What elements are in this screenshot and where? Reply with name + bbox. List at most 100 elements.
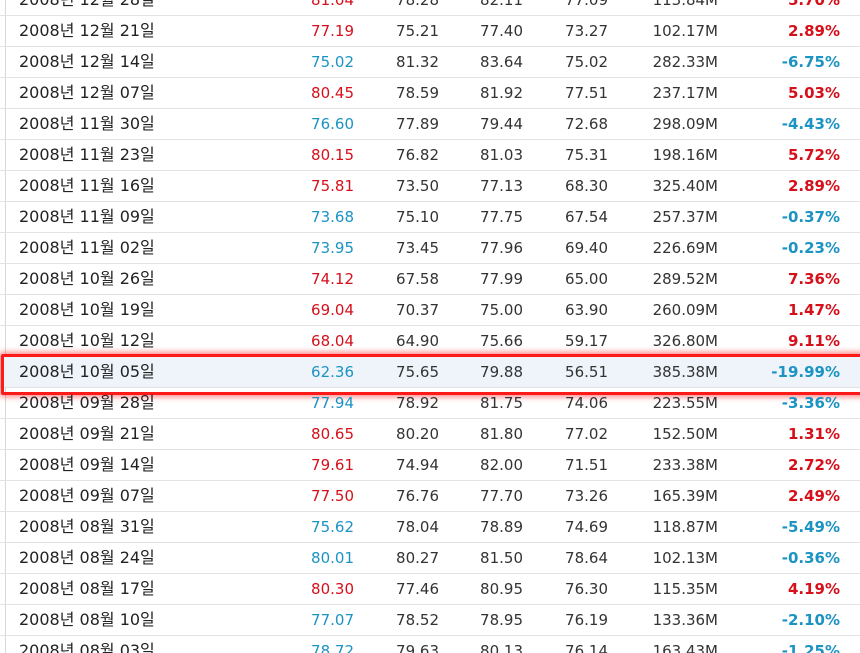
table-row[interactable]: 2008년 11월 02일 73.95 73.45 77.96 69.40 226.69M…	[0, 233, 860, 264]
change-percent-cell: -6.75%	[781, 53, 840, 71]
date-cell: 2008년 11월 30일	[19, 114, 155, 133]
high-price-cell: 82.00	[480, 456, 523, 474]
close-price-cell: 77.19	[311, 22, 354, 40]
low-price-cell: 69.40	[565, 239, 608, 257]
volume-cell: 102.17M	[652, 22, 718, 40]
low-price-cell: 75.02	[565, 53, 608, 71]
table-row[interactable]: 2008년 08월 03일 78.72 79.63 80.13 76.14 163.43M…	[0, 636, 860, 653]
volume-cell: 289.52M	[652, 270, 718, 288]
close-price-cell: 80.15	[311, 146, 354, 164]
date-cell: 2008년 08월 24일	[19, 548, 155, 567]
volume-cell: 165.39M	[652, 487, 718, 505]
date-cell: 2008년 08월 17일	[19, 579, 155, 598]
close-price-cell: 80.45	[311, 84, 354, 102]
close-price-cell: 75.62	[311, 518, 354, 536]
low-price-cell: 77.02	[565, 425, 608, 443]
change-percent-cell: 1.31%	[787, 425, 840, 443]
volume-cell: 282.33M	[652, 53, 718, 71]
close-price-cell: 73.95	[311, 239, 354, 257]
open-price-cell: 73.45	[396, 239, 439, 257]
date-cell: 2008년 10월 05일	[19, 362, 155, 381]
open-price-cell: 76.76	[396, 487, 439, 505]
high-price-cell: 77.99	[480, 270, 523, 288]
table-row[interactable]: 2008년 08월 10일 77.07 78.52 78.95 76.19 133.36M…	[0, 605, 860, 636]
low-price-cell: 63.90	[565, 301, 608, 319]
close-price-cell: 80.65	[311, 425, 354, 443]
change-percent-cell: 5.03%	[787, 84, 840, 102]
table-row[interactable]: 2008년 12월 14일 75.02 81.32 83.64 75.02 282.33M…	[0, 47, 860, 78]
change-percent-cell: -5.49%	[781, 518, 840, 536]
volume-cell: 152.50M	[652, 425, 718, 443]
low-price-cell: 77.09	[565, 0, 608, 9]
table-row[interactable]: 2008년 11월 16일 75.81 73.50 77.13 68.30 325.40M…	[0, 171, 860, 202]
open-price-cell: 81.32	[396, 53, 439, 71]
table-row[interactable]: 2008년 08월 24일 80.01 80.27 81.50 78.64 102.13M…	[0, 543, 860, 574]
close-price-cell: 77.94	[311, 394, 354, 412]
low-price-cell: 78.64	[565, 549, 608, 567]
volume-cell: 385.38M	[652, 363, 718, 381]
table-row[interactable]: 2008년 12월 21일 77.19 75.21 77.40 73.27 102.17M…	[0, 16, 860, 47]
date-cell: 2008년 09월 28일	[19, 393, 155, 412]
volume-cell: 226.69M	[652, 239, 718, 257]
high-price-cell: 79.44	[480, 115, 523, 133]
close-price-cell: 62.36	[311, 363, 354, 381]
open-price-cell: 79.63	[396, 642, 439, 653]
table-row-highlighted[interactable]: 2008년 10월 05일 62.36 75.65 79.88 56.51 385.38M…	[0, 354, 860, 395]
open-price-cell: 64.90	[396, 332, 439, 350]
table-row[interactable]: 2008년 12월 28일 81.04 78.28 82.11 77.09 113.84M…	[0, 0, 860, 16]
table-row[interactable]: 2008년 09월 14일 79.61 74.94 82.00 71.51 233.38M…	[0, 450, 860, 481]
table-row[interactable]: 2008년 08월 31일 75.62 78.04 78.89 74.69 118.87M…	[0, 512, 860, 543]
low-price-cell: 56.51	[565, 363, 608, 381]
close-price-cell: 69.04	[311, 301, 354, 319]
table-row[interactable]: 2008년 09월 21일 80.65 80.20 81.80 77.02 152.50M…	[0, 419, 860, 450]
low-price-cell: 68.30	[565, 177, 608, 195]
low-price-cell: 59.17	[565, 332, 608, 350]
low-price-cell: 71.51	[565, 456, 608, 474]
change-percent-cell: 2.72%	[787, 456, 840, 474]
table-row[interactable]: 2008년 10월 19일 69.04 70.37 75.00 63.90 260.09M…	[0, 295, 860, 326]
volume-cell: 257.37M	[652, 208, 718, 226]
change-percent-cell: -3.36%	[781, 394, 840, 412]
table-row[interactable]: 2008년 10월 26일 74.12 67.58 77.99 65.00 289.52M…	[0, 264, 860, 295]
volume-cell: 115.35M	[652, 580, 718, 598]
date-cell: 2008년 09월 07일	[19, 486, 155, 505]
table-body: 2008년 12월 28일 81.04 78.28 82.11 77.09 113.84M…	[0, 0, 860, 653]
volume-cell: 233.38M	[652, 456, 718, 474]
low-price-cell: 65.00	[565, 270, 608, 288]
close-price-cell: 73.68	[311, 208, 354, 226]
high-price-cell: 77.40	[480, 22, 523, 40]
high-price-cell: 81.03	[480, 146, 523, 164]
open-price-cell: 77.89	[396, 115, 439, 133]
date-cell: 2008년 10월 26일	[19, 269, 155, 288]
change-percent-cell: -0.37%	[781, 208, 840, 226]
table-row[interactable]: 2008년 08월 17일 80.30 77.46 80.95 76.30 115.35M…	[0, 574, 860, 605]
high-price-cell: 78.95	[480, 611, 523, 629]
table-row[interactable]: 2008년 11월 23일 80.15 76.82 81.03 75.31 198.16M…	[0, 140, 860, 171]
table-row[interactable]: 2008년 10월 12일 68.04 64.90 75.66 59.17 326.80M…	[0, 326, 860, 357]
table-row[interactable]: 2008년 09월 07일 77.50 76.76 77.70 73.26 165.39M…	[0, 481, 860, 512]
open-price-cell: 75.21	[396, 22, 439, 40]
volume-cell: 325.40M	[652, 177, 718, 195]
date-cell: 2008년 12월 21일	[19, 21, 155, 40]
low-price-cell: 67.54	[565, 208, 608, 226]
table-row[interactable]: 2008년 09월 28일 77.94 78.92 81.75 74.06 223.55M…	[0, 388, 860, 419]
table-row[interactable]: 2008년 11월 09일 73.68 75.10 77.75 67.54 257.37M…	[0, 202, 860, 233]
high-price-cell: 77.96	[480, 239, 523, 257]
date-cell: 2008년 09월 21일	[19, 424, 155, 443]
volume-cell: 113.84M	[652, 0, 718, 9]
open-price-cell: 73.50	[396, 177, 439, 195]
change-percent-cell: 4.19%	[787, 580, 840, 598]
open-price-cell: 78.28	[396, 0, 439, 9]
volume-cell: 102.13M	[652, 549, 718, 567]
date-cell: 2008년 10월 19일	[19, 300, 155, 319]
change-percent-cell: 7.36%	[787, 270, 840, 288]
low-price-cell: 74.69	[565, 518, 608, 536]
high-price-cell: 78.89	[480, 518, 523, 536]
open-price-cell: 78.04	[396, 518, 439, 536]
table-row[interactable]: 2008년 12월 07일 80.45 78.59 81.92 77.51 237.17M…	[0, 78, 860, 109]
date-cell: 2008년 08월 31일	[19, 517, 155, 536]
change-percent-cell: 5.72%	[787, 146, 840, 164]
low-price-cell: 76.14	[565, 642, 608, 653]
table-row[interactable]: 2008년 11월 30일 76.60 77.89 79.44 72.68 298.09M…	[0, 109, 860, 140]
volume-cell: 223.55M	[652, 394, 718, 412]
